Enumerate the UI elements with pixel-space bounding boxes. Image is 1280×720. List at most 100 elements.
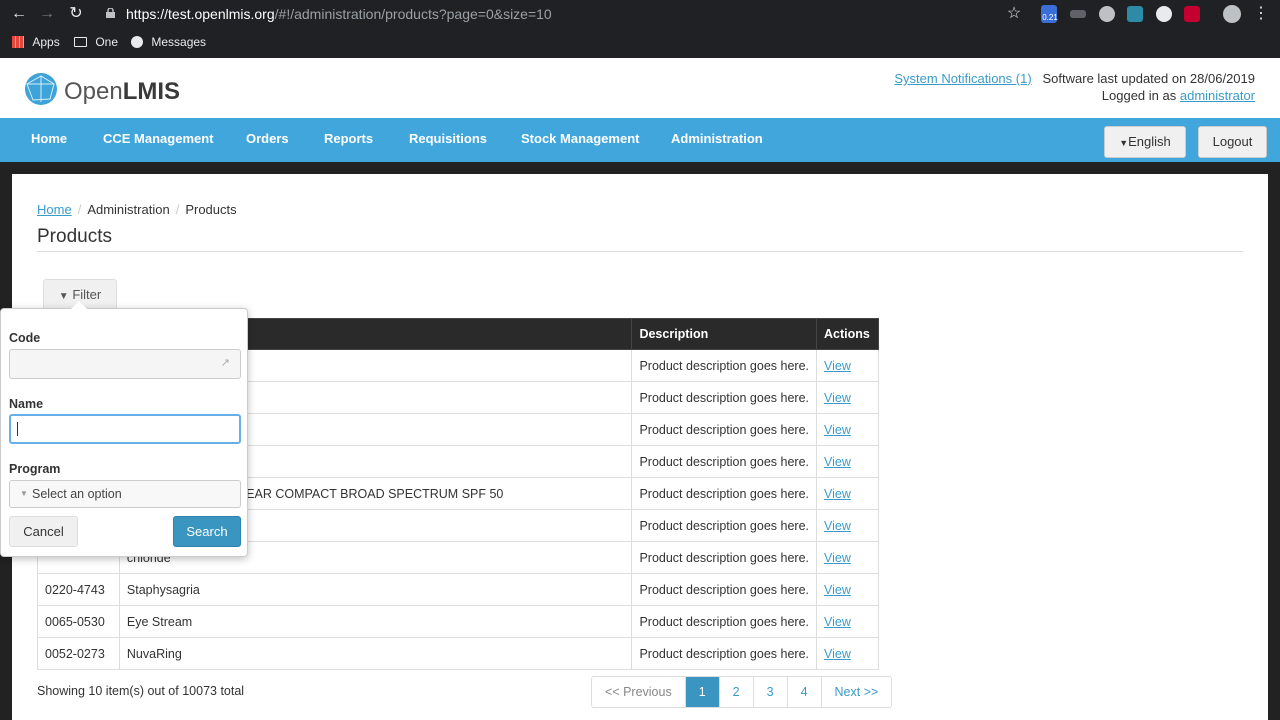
actions-cell: View xyxy=(816,509,879,542)
actions-cell: View xyxy=(816,413,879,446)
actions-cell: View xyxy=(816,541,879,574)
nav-stock-management[interactable]: Stock Management xyxy=(521,118,639,162)
url-field[interactable]: https://test.openlmis.org/#!/administrat… xyxy=(126,4,552,24)
view-link[interactable]: View xyxy=(824,455,851,469)
product-code-cell: 0065-0530 xyxy=(37,605,120,638)
pagination-page[interactable]: 1 xyxy=(685,677,720,707)
system-notifications-link[interactable]: System Notifications (1) xyxy=(894,71,1031,86)
product-name-cell: Eye Stream xyxy=(118,605,633,638)
logged-in-label: Logged in as xyxy=(1101,88,1177,103)
view-link[interactable]: View xyxy=(824,487,851,501)
bookmark-label: Apps xyxy=(32,35,60,49)
user-link[interactable]: administrator xyxy=(1180,88,1255,103)
view-link[interactable]: View xyxy=(824,583,851,597)
bookmark-label: One xyxy=(95,35,119,49)
back-icon[interactable]: ← xyxy=(9,4,29,24)
profile-avatar[interactable] xyxy=(1223,5,1241,23)
menu-icon[interactable]: ⋮ xyxy=(1251,4,1271,24)
header-info: System Notifications (1) Software last u… xyxy=(894,70,1255,104)
nav-requisitions[interactable]: Requisitions xyxy=(409,118,487,162)
star-icon[interactable]: ☆ xyxy=(1004,4,1024,24)
logout-button[interactable]: Logout xyxy=(1198,126,1267,158)
view-link[interactable]: View xyxy=(824,423,851,437)
app-logo-text[interactable]: OpenLMIS xyxy=(64,78,180,106)
angular-icon[interactable] xyxy=(1184,6,1200,22)
caret-down-icon: ▼ xyxy=(1119,138,1129,148)
extension-icon[interactable] xyxy=(1099,6,1115,22)
filter-icon: ▼ xyxy=(58,291,69,302)
item-count-text: Showing 10 item(s) out of 10073 total xyxy=(37,684,245,698)
popover-arrow xyxy=(71,301,87,309)
product-name-cell: Staphysagria xyxy=(118,573,633,606)
pagination-page[interactable]: 3 xyxy=(754,677,788,707)
product-description-cell: Product description goes here. xyxy=(631,509,817,542)
apps-bookmark[interactable]: Apps xyxy=(12,32,60,52)
breadcrumb: Home / Administration / Products xyxy=(37,202,237,217)
pagination: << Previous 1 2 3 4 Next >> xyxy=(591,676,893,708)
extension-icon[interactable] xyxy=(1156,6,1172,22)
search-button[interactable]: Search xyxy=(173,516,241,547)
view-link[interactable]: View xyxy=(824,615,851,629)
nav-reports[interactable]: Reports xyxy=(324,118,373,162)
pagination-next[interactable]: Next >> xyxy=(822,677,892,707)
view-link[interactable]: View xyxy=(824,647,851,661)
product-description-cell: Product description goes here. xyxy=(631,541,817,574)
product-code-cell: 0220-4743 xyxy=(37,573,120,606)
product-description-cell: Product description goes here. xyxy=(631,381,817,414)
breadcrumb-home[interactable]: Home xyxy=(37,202,72,217)
page-title: Products xyxy=(37,226,112,247)
program-placeholder: Select an option xyxy=(32,487,122,501)
key-icon: ↗ xyxy=(220,357,230,369)
logo-suffix: LMIS xyxy=(122,78,181,105)
pagination-page[interactable]: 4 xyxy=(788,677,822,707)
openlmis-globe-icon xyxy=(25,73,57,105)
extension-icon[interactable] xyxy=(1070,10,1086,18)
language-label: English xyxy=(1128,134,1171,149)
view-link[interactable]: View xyxy=(824,359,851,373)
main-navigation: Home CCE Management Orders Reports Requi… xyxy=(0,118,1280,162)
forward-icon[interactable]: → xyxy=(37,4,57,24)
nav-cce-management[interactable]: CCE Management xyxy=(103,118,214,162)
view-link[interactable]: View xyxy=(824,391,851,405)
code-label: Code xyxy=(9,331,41,345)
column-header-actions: Actions xyxy=(816,318,879,350)
product-name-cell: NuvaRing xyxy=(118,637,633,670)
code-input[interactable]: ↗ xyxy=(9,349,241,379)
language-dropdown[interactable]: ▼English xyxy=(1104,126,1186,158)
messages-bookmark[interactable]: Messages xyxy=(131,32,206,52)
actions-cell: View xyxy=(816,445,879,478)
address-bar-row: ← → ↻ https://test.openlmis.org/#!/admin… xyxy=(0,0,1280,28)
nav-orders[interactable]: Orders xyxy=(246,118,289,162)
breadcrumb-separator: / xyxy=(77,202,82,217)
product-description-cell: Product description goes here. xyxy=(631,637,817,670)
updated-text: Software last updated on 28/06/2019 xyxy=(1042,71,1256,86)
lock-icon xyxy=(106,8,115,18)
actions-cell: View xyxy=(816,477,879,510)
view-link[interactable]: View xyxy=(824,519,851,533)
shield-icon[interactable] xyxy=(1127,6,1143,22)
breadcrumb-current: Products xyxy=(185,202,237,217)
cancel-button[interactable]: Cancel xyxy=(9,516,78,547)
reload-icon[interactable]: ↻ xyxy=(66,4,86,24)
one-bookmark[interactable]: One xyxy=(74,32,118,52)
product-description-cell: Product description goes here. xyxy=(631,413,817,446)
name-input[interactable] xyxy=(9,414,241,444)
program-select[interactable]: ▼ Select an option xyxy=(9,480,241,508)
title-divider xyxy=(37,251,1243,252)
nav-administration[interactable]: Administration xyxy=(671,118,763,162)
pagination-previous[interactable]: << Previous xyxy=(592,677,686,707)
bookmarks-bar: Apps One Messages xyxy=(0,32,1280,52)
nav-home[interactable]: Home xyxy=(31,118,67,162)
filter-label: Filter xyxy=(72,287,102,302)
extension-icon[interactable]: 0.21 xyxy=(1041,5,1058,23)
globe-icon xyxy=(131,36,143,48)
filter-popover: Code ↗ Name Program ▼ Select an option C… xyxy=(0,301,248,557)
url-host: https://test.openlmis.org xyxy=(126,6,275,22)
url-path: /#!/administration/products?page=0&size=… xyxy=(274,6,552,22)
product-description-cell: Product description goes here. xyxy=(631,477,817,510)
column-header-description: Description xyxy=(631,318,817,350)
pagination-page[interactable]: 2 xyxy=(720,677,754,707)
view-link[interactable]: View xyxy=(824,551,851,565)
breadcrumb-separator: / xyxy=(175,202,180,217)
app-header: OpenLMIS System Notifications (1) Softwa… xyxy=(0,58,1280,118)
